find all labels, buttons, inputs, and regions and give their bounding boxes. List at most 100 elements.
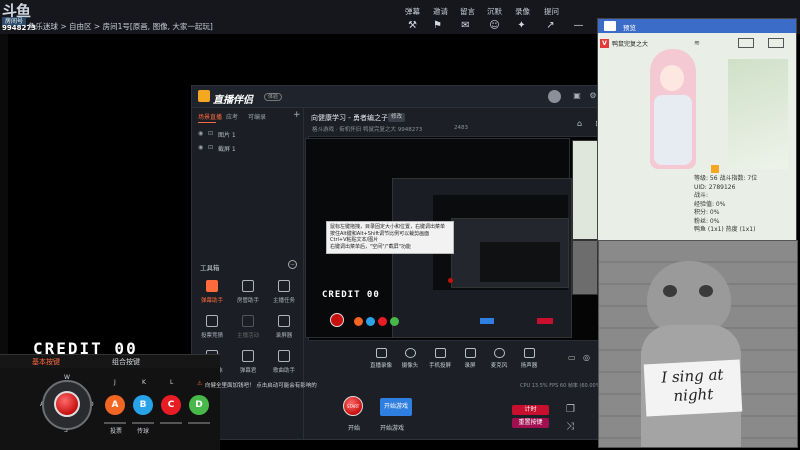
cat-head bbox=[647, 261, 731, 333]
button-underline bbox=[188, 422, 210, 424]
tool-label: 歌曲助手 bbox=[272, 368, 295, 374]
menu-invite[interactable]: 邀请 bbox=[433, 6, 448, 17]
bottom-tool-phone[interactable]: 手机投屏 bbox=[427, 348, 453, 369]
site-logo[interactable]: 斗鱼 bbox=[2, 0, 36, 20]
minimize-icon[interactable]: — bbox=[573, 20, 584, 31]
menu-question[interactable]: 提问 bbox=[544, 6, 559, 17]
tooltip-line: 鼠标左键拖拽，目录固定大小和位置，右键调出菜单 bbox=[330, 224, 446, 230]
phone-icon bbox=[434, 348, 446, 358]
tool-label: 主播任务 bbox=[272, 298, 295, 304]
bottom-tool-label: 录屏 bbox=[464, 363, 476, 369]
frame-icon bbox=[738, 38, 754, 48]
tool-label: 录屏器 bbox=[275, 333, 293, 339]
tab-basic-keys[interactable]: 基本按键 bbox=[32, 357, 60, 367]
app-header: 直播伴侣 体验 ▣ ⚙ ≡ — □ ✕ bbox=[192, 86, 665, 108]
button-b[interactable]: B bbox=[133, 395, 153, 415]
nested-btn-c bbox=[378, 317, 387, 326]
tab-scene[interactable]: 场景直播 bbox=[198, 112, 222, 121]
bottom-tool-label: 手机投屏 bbox=[428, 363, 451, 369]
tool-screen-recorder[interactable]: 录屏器 bbox=[266, 315, 302, 345]
source-row[interactable]: ◉ ⊡ 图片 1 bbox=[196, 128, 300, 139]
tool-streamer-task[interactable]: 主播任务 bbox=[266, 280, 302, 310]
tool-vote[interactable]: 投票竞猜 bbox=[194, 315, 230, 345]
tool-danmu-king[interactable]: 弹幕君 bbox=[230, 350, 266, 380]
tool-danmu-helper[interactable]: 弹幕助手 bbox=[194, 280, 230, 310]
level-icon bbox=[711, 165, 719, 173]
pad-tabs: 基本按键 组合按键 bbox=[0, 354, 220, 368]
start-button[interactable]: START bbox=[343, 396, 363, 416]
tool-song[interactable]: 歌曲助手 bbox=[266, 350, 302, 380]
nested-btn-d bbox=[390, 317, 399, 326]
breadcrumb[interactable]: 鱼乐迷球 > 自由区 > 房间1号[原画, 图像, 大家一起玩] bbox=[28, 21, 213, 32]
task-icon bbox=[278, 280, 290, 292]
share-icon[interactable]: ↗ bbox=[545, 20, 556, 31]
chat-icon[interactable]: ✉ bbox=[460, 20, 471, 31]
app-version-badge[interactable]: 体验 bbox=[264, 93, 283, 101]
tool-room-admin[interactable]: 房管助手 bbox=[230, 280, 266, 310]
warning-icon: ⚠ bbox=[197, 380, 203, 387]
eye-icon[interactable]: ◉ bbox=[198, 144, 203, 151]
key-hint: L bbox=[170, 379, 174, 386]
skin-icon[interactable]: ▣ bbox=[572, 91, 582, 101]
tab-exam[interactable]: 应考 bbox=[226, 112, 238, 121]
wifi-icon: ≋ bbox=[694, 39, 700, 47]
avatar[interactable] bbox=[548, 90, 561, 103]
smile-icon[interactable]: ☺ bbox=[489, 20, 500, 31]
joystick-knob[interactable] bbox=[54, 391, 80, 417]
button-c[interactable]: C bbox=[161, 395, 181, 415]
menu-message[interactable]: 留言 bbox=[460, 6, 475, 17]
bottom-tool-speaker[interactable]: 扬声器 bbox=[516, 348, 542, 369]
left-edge bbox=[0, 34, 8, 354]
menu-record[interactable]: 录像 bbox=[515, 6, 530, 17]
button-d[interactable]: D bbox=[189, 395, 209, 415]
tool-activity[interactable]: 主播活动 bbox=[230, 315, 266, 345]
add-scene-icon[interactable]: + bbox=[293, 110, 301, 120]
tooltip-line: 右键调出菜单后，"空间"/"截屏"功能 bbox=[330, 243, 411, 250]
timer-button[interactable]: 计时 bbox=[512, 405, 549, 415]
stat-line: 等级: 56 战斗指数: 7位 bbox=[694, 175, 758, 182]
menu-danmu[interactable]: 弹幕 bbox=[405, 6, 420, 17]
notice-text: 向健全里面加钱吧！ 点击启动可能会有影响的 bbox=[205, 383, 317, 389]
bottom-tool-screen[interactable]: 录屏 bbox=[457, 348, 483, 369]
hammer-icon[interactable]: ⚒ bbox=[407, 20, 418, 31]
scene-tabs: 场景直播 应考 可编录 + bbox=[192, 108, 304, 123]
screen-icon bbox=[464, 348, 476, 358]
edit-title-button[interactable]: 修改 bbox=[388, 113, 406, 122]
stat-line: 战斗: bbox=[694, 192, 709, 199]
frame-icon bbox=[768, 38, 784, 48]
shuffle-icon[interactable]: ⤨ bbox=[566, 421, 578, 433]
lock-icon[interactable]: ⊡ bbox=[208, 144, 213, 151]
reset-keys-button[interactable]: 重置按键 bbox=[512, 418, 549, 428]
stat-line: 鸭鱼 (1x1) 热度 (1x1) bbox=[694, 226, 756, 233]
start-game-button[interactable]: 开始游戏 bbox=[380, 398, 412, 416]
more-icon[interactable]: ◎ bbox=[583, 353, 593, 363]
eye-icon[interactable]: ◉ bbox=[198, 130, 203, 137]
tab-combo-keys[interactable]: 组合按键 bbox=[112, 357, 140, 367]
menu-mute[interactable]: 沉默 bbox=[487, 6, 502, 17]
gift-icon[interactable]: ✦ bbox=[516, 20, 527, 31]
camera-icon[interactable]: ▭ bbox=[568, 353, 578, 363]
bottom-tool-camera[interactable]: 摄像头 bbox=[397, 348, 423, 369]
tab-record[interactable]: 可编录 bbox=[248, 112, 266, 121]
bottom-tool-mic[interactable]: 麦克风 bbox=[486, 348, 512, 369]
bottom-tool-record[interactable]: 直播录像 bbox=[368, 348, 394, 369]
lock-icon[interactable]: ⊡ bbox=[208, 130, 213, 137]
stat-line: 粉丝: 0% bbox=[694, 217, 720, 225]
key-hint: K bbox=[142, 379, 146, 386]
source-row[interactable]: ◉ ⊡ 截屏 1 bbox=[196, 142, 300, 153]
button-underline bbox=[104, 422, 126, 424]
monitor-icon bbox=[375, 348, 387, 358]
copy-icon[interactable]: ❐ bbox=[566, 404, 578, 416]
tool-label: 投票竞猜 bbox=[200, 333, 223, 339]
nested-cat-thumb bbox=[572, 240, 598, 295]
collapse-icon[interactable]: − bbox=[288, 260, 297, 269]
room-title[interactable]: 向健康学习 - 勇者编之子! bbox=[311, 113, 391, 123]
cat-eye-right bbox=[699, 285, 713, 297]
mic-icon[interactable]: ⌂ bbox=[575, 119, 584, 128]
button-underline bbox=[160, 422, 182, 424]
flag-icon[interactable]: ⚑ bbox=[432, 20, 443, 31]
active-tab-indicator bbox=[198, 122, 216, 123]
status-bar: CPU 13.5% FPS 60 帧率 (60.00%) bbox=[520, 383, 603, 389]
button-a[interactable]: A bbox=[105, 395, 125, 415]
anime-face bbox=[660, 65, 684, 91]
